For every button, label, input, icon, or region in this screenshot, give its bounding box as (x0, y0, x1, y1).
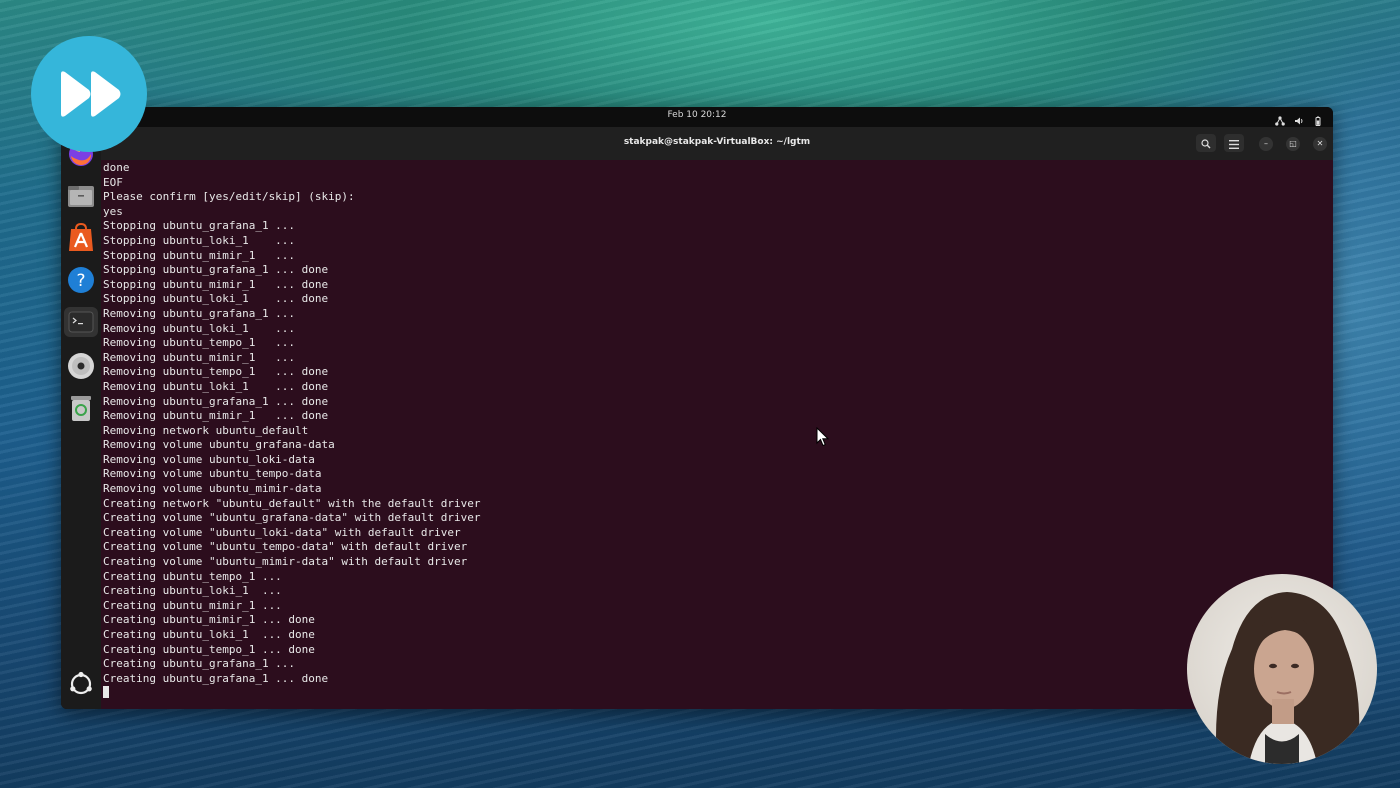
terminal-line: Stopping ubuntu_loki_1 ... done (103, 292, 329, 306)
terminal-line: Stopping ubuntu_mimir_1 ... done (103, 277, 329, 291)
terminal-line: Removing ubuntu_loki_1 ... (103, 321, 296, 335)
terminal-line: Removing ubuntu_grafana_1 ... (103, 306, 296, 320)
terminal-line: Removing volume ubuntu_loki-data (103, 452, 315, 466)
terminal-prompt-line[interactable] (103, 686, 1333, 701)
terminal-line: EOF (103, 175, 123, 189)
help-icon[interactable]: ? (66, 265, 96, 295)
terminal-line: Removing ubuntu_grafana_1 ... done (103, 394, 329, 408)
terminal-line: Creating ubuntu_loki_1 ... (103, 584, 282, 598)
trash-icon[interactable] (66, 393, 96, 423)
volume-icon[interactable] (1294, 111, 1304, 125)
terminal-line: Removing ubuntu_mimir_1 ... (103, 350, 296, 364)
virtual-machine-window: Feb 10 20:12 ? stakpak@stakpak-VirtualBo… (61, 107, 1333, 709)
disc-icon[interactable] (66, 351, 96, 381)
webcam-overlay (1187, 574, 1377, 764)
terminal-line: Creating ubuntu_mimir_1 ... done (103, 613, 315, 627)
close-icon: ✕ (1316, 139, 1324, 148)
terminal-line: Creating ubuntu_tempo_1 ... (103, 569, 282, 583)
terminal-line: Creating ubuntu_tempo_1 ... done (103, 642, 315, 656)
mouse-pointer-icon (816, 426, 830, 451)
terminal-line: Creating volume "ubuntu_tempo-data" with… (103, 540, 468, 554)
minimize-icon: – (1264, 139, 1268, 148)
terminal-output[interactable]: done EOF Please confirm [yes/edit/skip] (s… (103, 161, 1333, 709)
terminal-icon[interactable] (64, 307, 98, 337)
network-icon[interactable] (1275, 111, 1285, 126)
terminal-line: Creating volume "ubuntu_mimir-data" with… (103, 555, 468, 569)
system-tray[interactable] (1275, 111, 1323, 126)
terminal-line: Removing network ubuntu_default (103, 423, 309, 437)
battery-icon[interactable] (1313, 111, 1323, 126)
terminal-line: Stopping ubuntu_mimir_1 ... (103, 248, 296, 262)
svg-text:?: ? (76, 271, 85, 291)
terminal-line: Creating ubuntu_grafana_1 ... done (103, 671, 329, 685)
close-button[interactable]: ✕ (1313, 137, 1327, 151)
hamburger-icon (1229, 134, 1239, 153)
minimize-button[interactable]: – (1259, 137, 1273, 151)
terminal-line: Removing volume ubuntu_tempo-data (103, 467, 322, 481)
terminal-line: Removing ubuntu_loki_1 ... done (103, 379, 329, 393)
terminal-line: done (103, 161, 130, 174)
gnome-top-bar: Feb 10 20:12 (61, 107, 1333, 127)
terminal-line: Creating ubuntu_loki_1 ... done (103, 628, 315, 641)
terminal-line: Creating volume "ubuntu_loki-data" with … (103, 525, 461, 539)
terminal-line: Removing volume ubuntu_mimir-data (103, 482, 322, 496)
terminal-line: Stopping ubuntu_grafana_1 ... (103, 219, 296, 233)
files-icon[interactable] (66, 181, 96, 211)
terminal-line: Creating network "ubuntu_default" with t… (103, 496, 481, 510)
terminal-line: Stopping ubuntu_grafana_1 ... done (103, 263, 329, 277)
show-apps-icon[interactable] (66, 669, 96, 699)
fast-forward-icon (31, 36, 147, 152)
terminal-line: Creating ubuntu_grafana_1 ... (103, 657, 296, 671)
app-center-icon[interactable] (66, 223, 96, 253)
dock: ? (61, 127, 101, 709)
menu-button[interactable] (1224, 134, 1244, 152)
clock[interactable]: Feb 10 20:12 (61, 110, 1333, 120)
terminal-line: Removing ubuntu_tempo_1 ... done (103, 365, 329, 379)
terminal-title: stakpak@stakpak-VirtualBox: ~/lgtm (623, 137, 811, 147)
text-cursor (103, 686, 109, 699)
terminal-line: Please confirm [yes/edit/skip] (skip): (103, 190, 355, 204)
restore-icon: ◱ (1289, 139, 1297, 148)
terminal-window[interactable]: stakpak@stakpak-VirtualBox: ~/lgtm – ◱ ✕ (101, 127, 1333, 709)
search-icon (1201, 134, 1211, 153)
terminal-line: Stopping ubuntu_loki_1 ... (103, 233, 296, 247)
search-button[interactable] (1196, 134, 1216, 152)
terminal-line: yes (103, 204, 123, 218)
maximize-button[interactable]: ◱ (1286, 137, 1300, 151)
terminal-line: Removing volume ubuntu_grafana-data (103, 438, 335, 452)
terminal-header-bar[interactable]: stakpak@stakpak-VirtualBox: ~/lgtm – ◱ ✕ (101, 127, 1333, 160)
terminal-line: Removing ubuntu_mimir_1 ... done (103, 409, 329, 423)
terminal-line: Removing ubuntu_tempo_1 ... (103, 336, 296, 350)
terminal-line: Creating volume "ubuntu_grafana-data" wi… (103, 511, 481, 525)
terminal-line: Creating ubuntu_mimir_1 ... (103, 598, 282, 612)
